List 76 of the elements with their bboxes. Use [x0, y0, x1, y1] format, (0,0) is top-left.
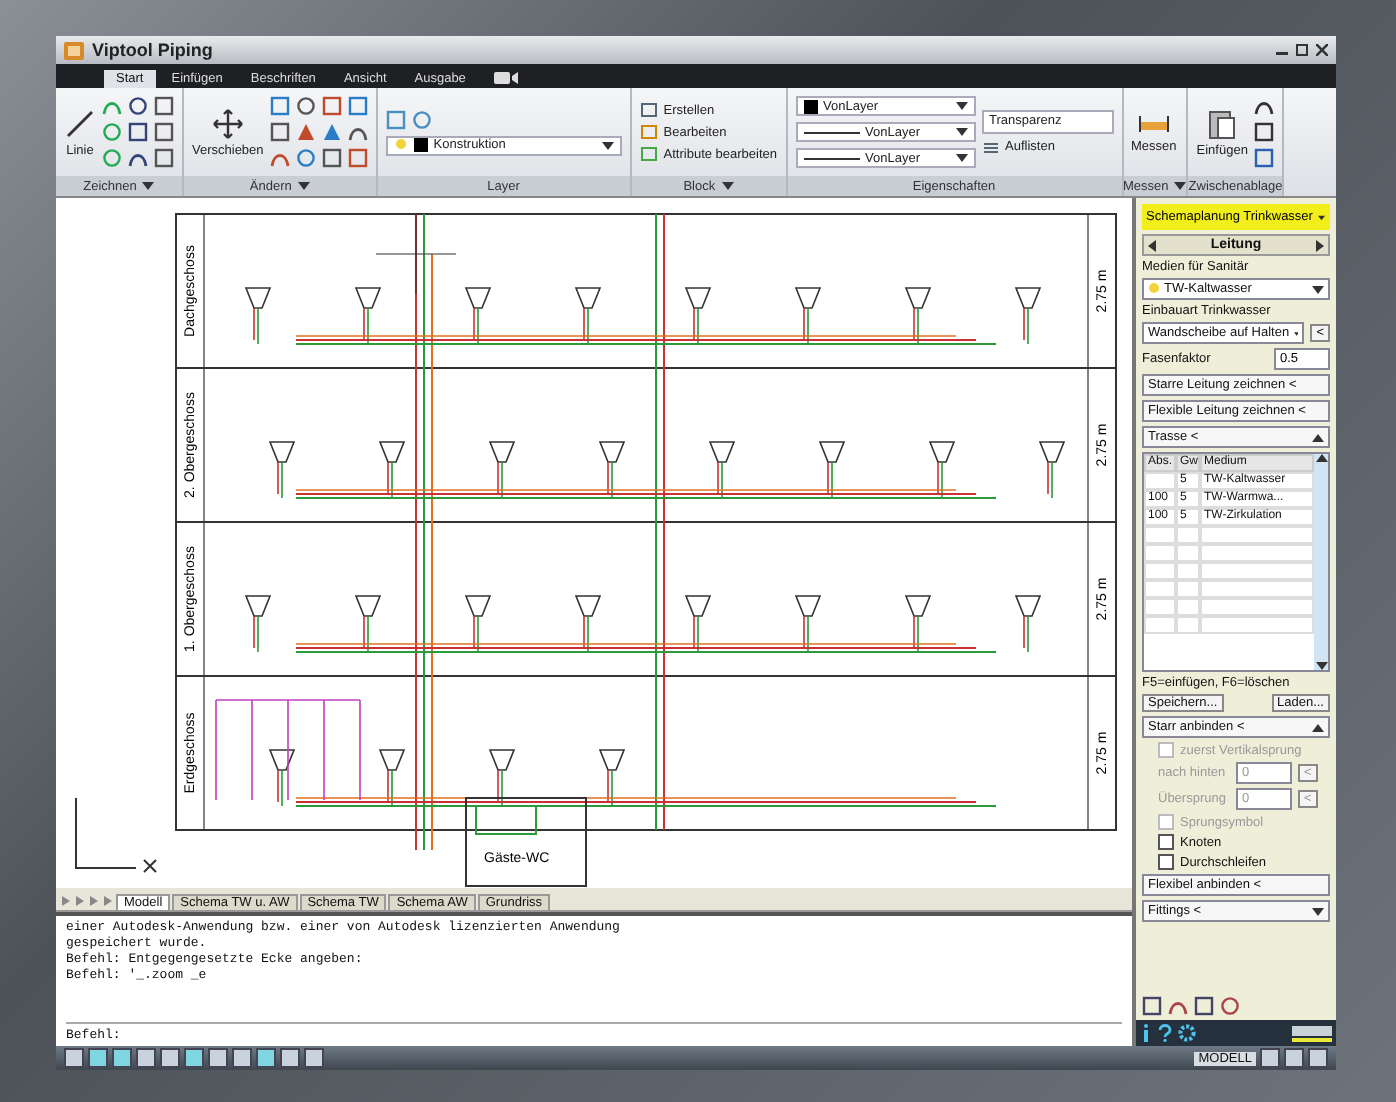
- previous-icon[interactable]: [1148, 239, 1156, 251]
- table-cell: [1176, 562, 1200, 580]
- table-cell: [1200, 580, 1314, 598]
- table-cell: [1176, 544, 1200, 562]
- modify-tool-icon[interactable]: [295, 96, 316, 116]
- modify-tool-icon[interactable]: [269, 122, 290, 142]
- modify-tool-icon[interactable]: [295, 122, 316, 142]
- caret-icon: [142, 182, 155, 190]
- color-swatch: [803, 99, 818, 113]
- table-cell: [1144, 472, 1176, 490]
- layer-tool-icon[interactable]: [411, 109, 432, 129]
- caret-icon: [1315, 662, 1327, 670]
- color-swatch: [413, 138, 428, 152]
- settings-icon[interactable]: [1178, 1024, 1196, 1042]
- lightbulb-icon: [1148, 282, 1160, 296]
- table-cell: [1176, 526, 1200, 544]
- modify-tool-icon[interactable]: [347, 122, 368, 142]
- caret-icon: [297, 182, 310, 190]
- table-cell: [1144, 580, 1176, 598]
- table-cell: [1200, 598, 1314, 616]
- list-icon: [981, 139, 1000, 155]
- table-cell: [1200, 616, 1314, 634]
- modify-tool-icon[interactable]: [269, 96, 290, 116]
- scrollbar[interactable]: [1314, 454, 1328, 670]
- help-icon[interactable]: [1158, 1024, 1172, 1042]
- caret-icon: [1293, 329, 1299, 337]
- caret-icon: [721, 182, 734, 190]
- table-cell: [1176, 580, 1200, 598]
- modify-tool-icon[interactable]: [321, 122, 342, 142]
- close-icon[interactable]: [1316, 44, 1328, 56]
- caret-icon: [1312, 907, 1324, 915]
- window-title: Viptool Piping: [92, 40, 213, 60]
- caret-icon: [955, 128, 968, 136]
- camera-icon[interactable]: [493, 70, 518, 84]
- table-cell: [1144, 598, 1176, 616]
- app-logo-icon: [64, 41, 84, 59]
- caret-icon: [955, 154, 968, 162]
- caret-icon: [1312, 723, 1324, 731]
- caret-icon: [1318, 213, 1326, 221]
- caret-icon: [601, 141, 614, 149]
- ruler-icon: [1137, 111, 1170, 135]
- layer-tool-icon[interactable]: [385, 109, 406, 129]
- modify-tool-icon[interactable]: [295, 148, 316, 168]
- table-cell: [1200, 544, 1314, 562]
- modify-tool-icon[interactable]: [347, 148, 368, 168]
- table-cell: [1144, 544, 1176, 562]
- move-icon: [211, 107, 244, 139]
- maximize-icon[interactable]: [1296, 44, 1308, 56]
- caret-icon: [1315, 454, 1327, 462]
- caret-icon: [1312, 433, 1324, 441]
- info-icon[interactable]: [1140, 1024, 1152, 1042]
- modify-tool-icon[interactable]: [321, 148, 342, 168]
- paste-icon: [1208, 107, 1237, 139]
- line-sample: [803, 131, 860, 133]
- modify-tool-icon[interactable]: [347, 96, 368, 116]
- table-cell: [1176, 616, 1200, 634]
- table-cell: [1200, 526, 1314, 544]
- ucs-axis-icon: [75, 797, 157, 873]
- table-cell: [1200, 562, 1314, 580]
- checkbox[interactable]: [1158, 834, 1174, 850]
- checkbox[interactable]: [1158, 854, 1174, 870]
- caret-icon: [1312, 285, 1324, 293]
- caret-icon: [1174, 182, 1187, 190]
- lightbulb-icon: [393, 138, 408, 152]
- table-cell: [1144, 616, 1176, 634]
- table-cell: [1144, 526, 1176, 544]
- line-sample: [803, 157, 860, 159]
- modify-tool-icon[interactable]: [321, 96, 342, 116]
- table-cell: [1176, 598, 1200, 616]
- caret-icon: [955, 102, 968, 110]
- table-cell: [1144, 562, 1176, 580]
- modify-tool-icon[interactable]: [269, 148, 290, 168]
- logo-icon: [1292, 1025, 1332, 1041]
- next-icon[interactable]: [1316, 239, 1324, 251]
- line-icon: [64, 107, 96, 139]
- crosshair-cursor-icon: [375, 213, 457, 295]
